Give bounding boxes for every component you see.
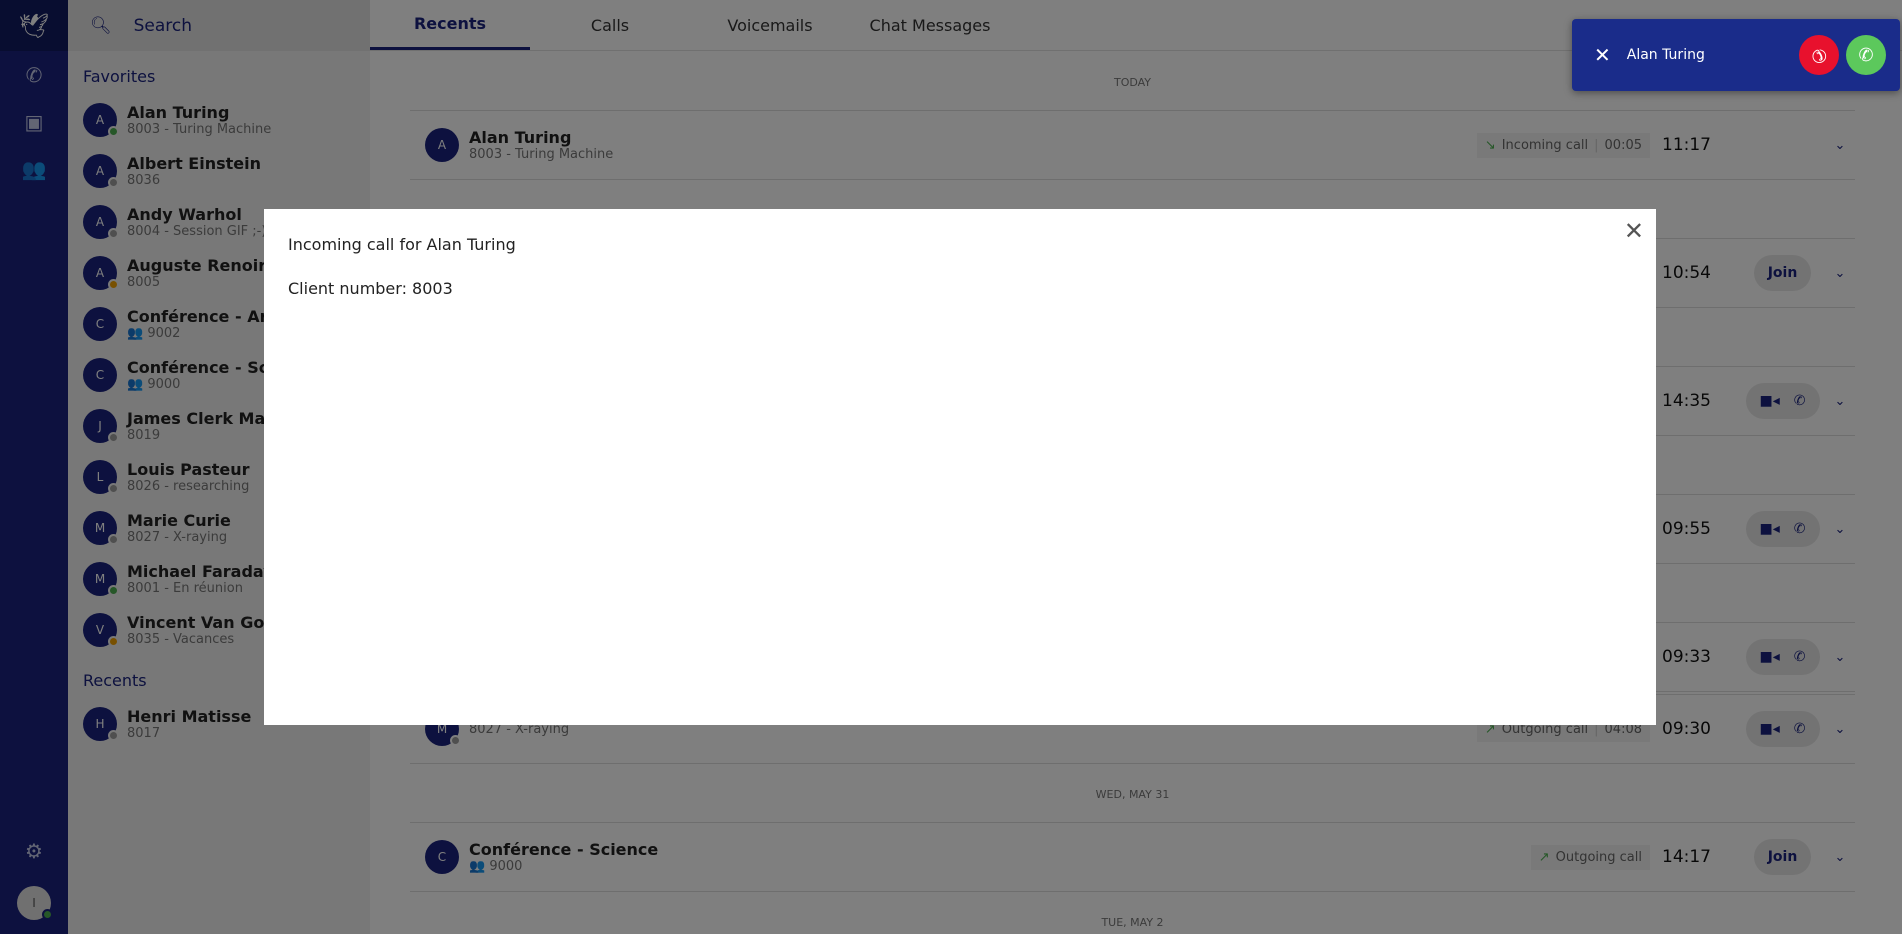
- decline-call-button[interactable]: ✆: [1799, 35, 1839, 75]
- hang-up-icon: ✆: [1806, 42, 1832, 68]
- incoming-call-dialog: ✕ Incoming call for Alan Turing Client n…: [264, 209, 1656, 725]
- client-number: Client number: 8003: [288, 279, 453, 298]
- caller-name: Alan Turing: [1626, 47, 1705, 63]
- dismiss-icon[interactable]: ✕: [1594, 43, 1611, 67]
- phone-icon: ✆: [1858, 44, 1874, 66]
- accept-call-button[interactable]: ✆: [1846, 35, 1886, 75]
- incoming-call-toast: ✕ Alan Turing ✆ ✆: [1572, 19, 1900, 91]
- dialog-title: Incoming call for Alan Turing: [288, 235, 516, 254]
- close-icon[interactable]: ✕: [1624, 217, 1644, 245]
